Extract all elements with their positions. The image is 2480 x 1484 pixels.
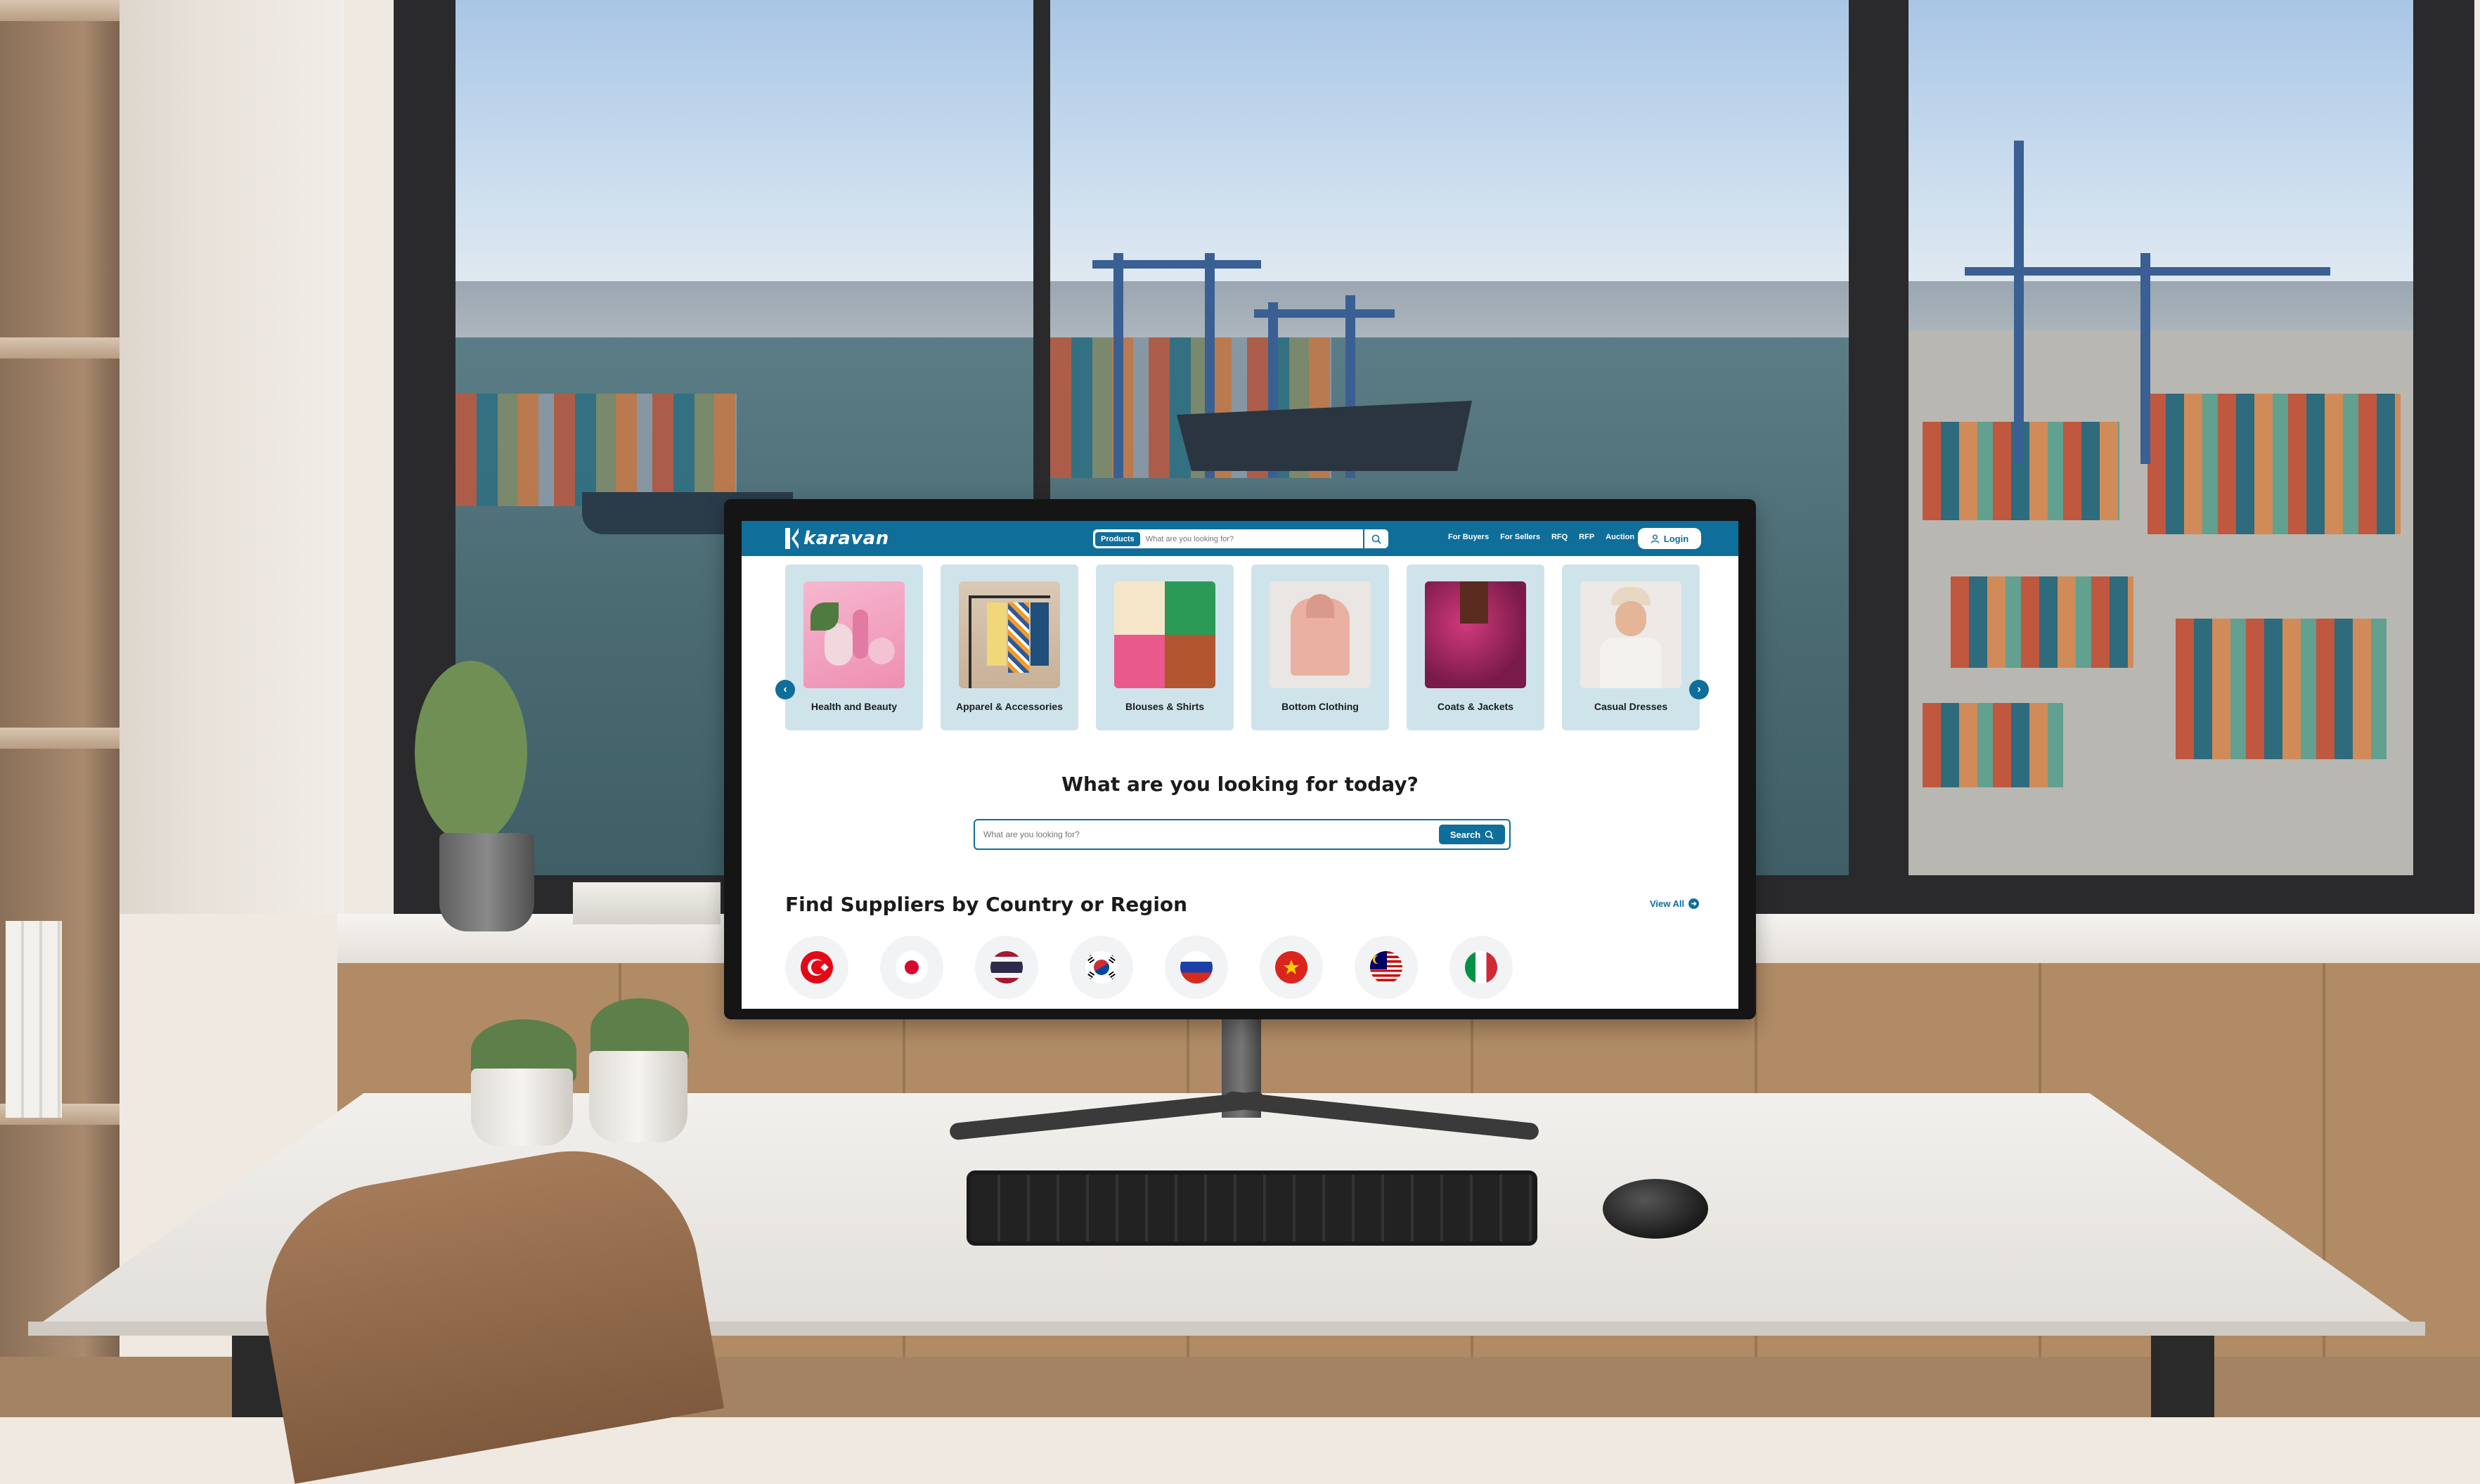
country-thailand[interactable] bbox=[975, 936, 1038, 999]
brand-name: karavan bbox=[803, 528, 889, 549]
category-card-casual-dresses[interactable]: Casual Dresses bbox=[1562, 564, 1700, 730]
monitor-screen: karavan Products For Buyers For Sellers … bbox=[742, 521, 1738, 1009]
mouse bbox=[1603, 1179, 1708, 1239]
nav-rfp[interactable]: RFP bbox=[1579, 533, 1594, 541]
category-card-coats-jackets[interactable]: Coats & Jackets bbox=[1407, 564, 1544, 730]
search-button-label: Search bbox=[1449, 829, 1481, 840]
chevron-left-icon: ‹ bbox=[783, 683, 787, 695]
arrow-right-circle-icon bbox=[1688, 898, 1700, 909]
view-all-label: View All bbox=[1650, 898, 1685, 909]
country-japan[interactable] bbox=[880, 936, 943, 999]
hoodie-image bbox=[1270, 581, 1371, 688]
nav-for-sellers[interactable]: For Sellers bbox=[1500, 533, 1540, 541]
user-icon bbox=[1651, 534, 1659, 543]
header-search: Products bbox=[1093, 529, 1388, 548]
category-label: Casual Dresses bbox=[1594, 701, 1668, 712]
view-all-link[interactable]: View All bbox=[1650, 898, 1700, 909]
category-label: Health and Beauty bbox=[810, 701, 898, 712]
nav-auction[interactable]: Auction bbox=[1606, 533, 1634, 541]
stacked-books bbox=[573, 882, 721, 924]
category-card-blouses[interactable]: Blouses & Shirts bbox=[1096, 564, 1234, 730]
bookshelf bbox=[0, 0, 120, 1417]
chevron-right-icon: › bbox=[1697, 683, 1701, 695]
russia-flag-icon bbox=[1180, 951, 1213, 983]
category-label: Blouses & Shirts bbox=[1125, 701, 1205, 712]
japan-flag-icon bbox=[896, 951, 928, 983]
suppliers-section-title: Find Suppliers by Country or Region bbox=[785, 893, 1188, 916]
header-nav: For Buyers For Sellers RFQ RFP Auction bbox=[1448, 533, 1634, 541]
carousel-prev-button[interactable]: ‹ bbox=[775, 680, 795, 699]
country-south-korea[interactable] bbox=[1070, 936, 1133, 999]
vietnam-flag-icon bbox=[1275, 951, 1307, 983]
category-label: Bottom Clothing bbox=[1281, 701, 1359, 712]
country-italy[interactable] bbox=[1449, 936, 1513, 999]
italy-flag-icon bbox=[1465, 951, 1497, 983]
category-card-apparel[interactable]: Apparel & Accessories bbox=[941, 564, 1078, 730]
sequin-jacket-image bbox=[1425, 581, 1526, 688]
malaysia-flag-icon bbox=[1370, 951, 1402, 983]
carousel-next-button[interactable]: › bbox=[1689, 680, 1709, 699]
shirts-collage-image bbox=[1114, 581, 1215, 688]
keyboard bbox=[967, 1170, 1537, 1246]
country-russia[interactable] bbox=[1165, 936, 1228, 999]
window-pane-right bbox=[1909, 0, 2413, 875]
header-search-input[interactable] bbox=[1139, 534, 1363, 544]
plant-pot bbox=[439, 833, 534, 931]
karavan-logo[interactable]: karavan bbox=[785, 528, 889, 549]
plant-foliage bbox=[415, 661, 527, 844]
casual-woman-image bbox=[1580, 581, 1681, 688]
country-vietnam[interactable] bbox=[1260, 936, 1323, 999]
login-label: Login bbox=[1663, 533, 1689, 544]
search-icon bbox=[1485, 830, 1494, 839]
nav-for-buyers[interactable]: For Buyers bbox=[1448, 533, 1489, 541]
main-search-bar: Search bbox=[974, 819, 1511, 850]
search-headline: What are you looking for today? bbox=[1061, 773, 1419, 796]
search-icon bbox=[1371, 534, 1381, 544]
beauty-products-image bbox=[803, 581, 905, 688]
category-carousel: Health and Beauty Apparel & Accessories … bbox=[775, 564, 1709, 730]
main-search-button[interactable]: Search bbox=[1439, 825, 1505, 844]
category-label: Apparel & Accessories bbox=[956, 701, 1063, 712]
logo-mark-icon bbox=[785, 528, 799, 549]
turkey-flag-icon bbox=[801, 951, 833, 983]
clothing-rack-image bbox=[959, 581, 1060, 688]
nav-rfq[interactable]: RFQ bbox=[1551, 533, 1568, 541]
books bbox=[6, 921, 62, 1118]
login-button[interactable]: Login bbox=[1638, 528, 1701, 549]
south-korea-flag-icon bbox=[1085, 951, 1118, 983]
category-card-bottom-clothing[interactable]: Bottom Clothing bbox=[1251, 564, 1389, 730]
site-header: karavan Products For Buyers For Sellers … bbox=[742, 521, 1738, 556]
main-search-input[interactable] bbox=[975, 829, 1439, 840]
search-category-select[interactable]: Products bbox=[1095, 531, 1140, 546]
country-malaysia[interactable] bbox=[1355, 936, 1418, 999]
country-turkey[interactable] bbox=[785, 936, 848, 999]
category-label: Coats & Jackets bbox=[1437, 701, 1514, 712]
thailand-flag-icon bbox=[990, 951, 1023, 983]
header-search-button[interactable] bbox=[1363, 529, 1388, 548]
category-card-health-beauty[interactable]: Health and Beauty bbox=[785, 564, 923, 730]
